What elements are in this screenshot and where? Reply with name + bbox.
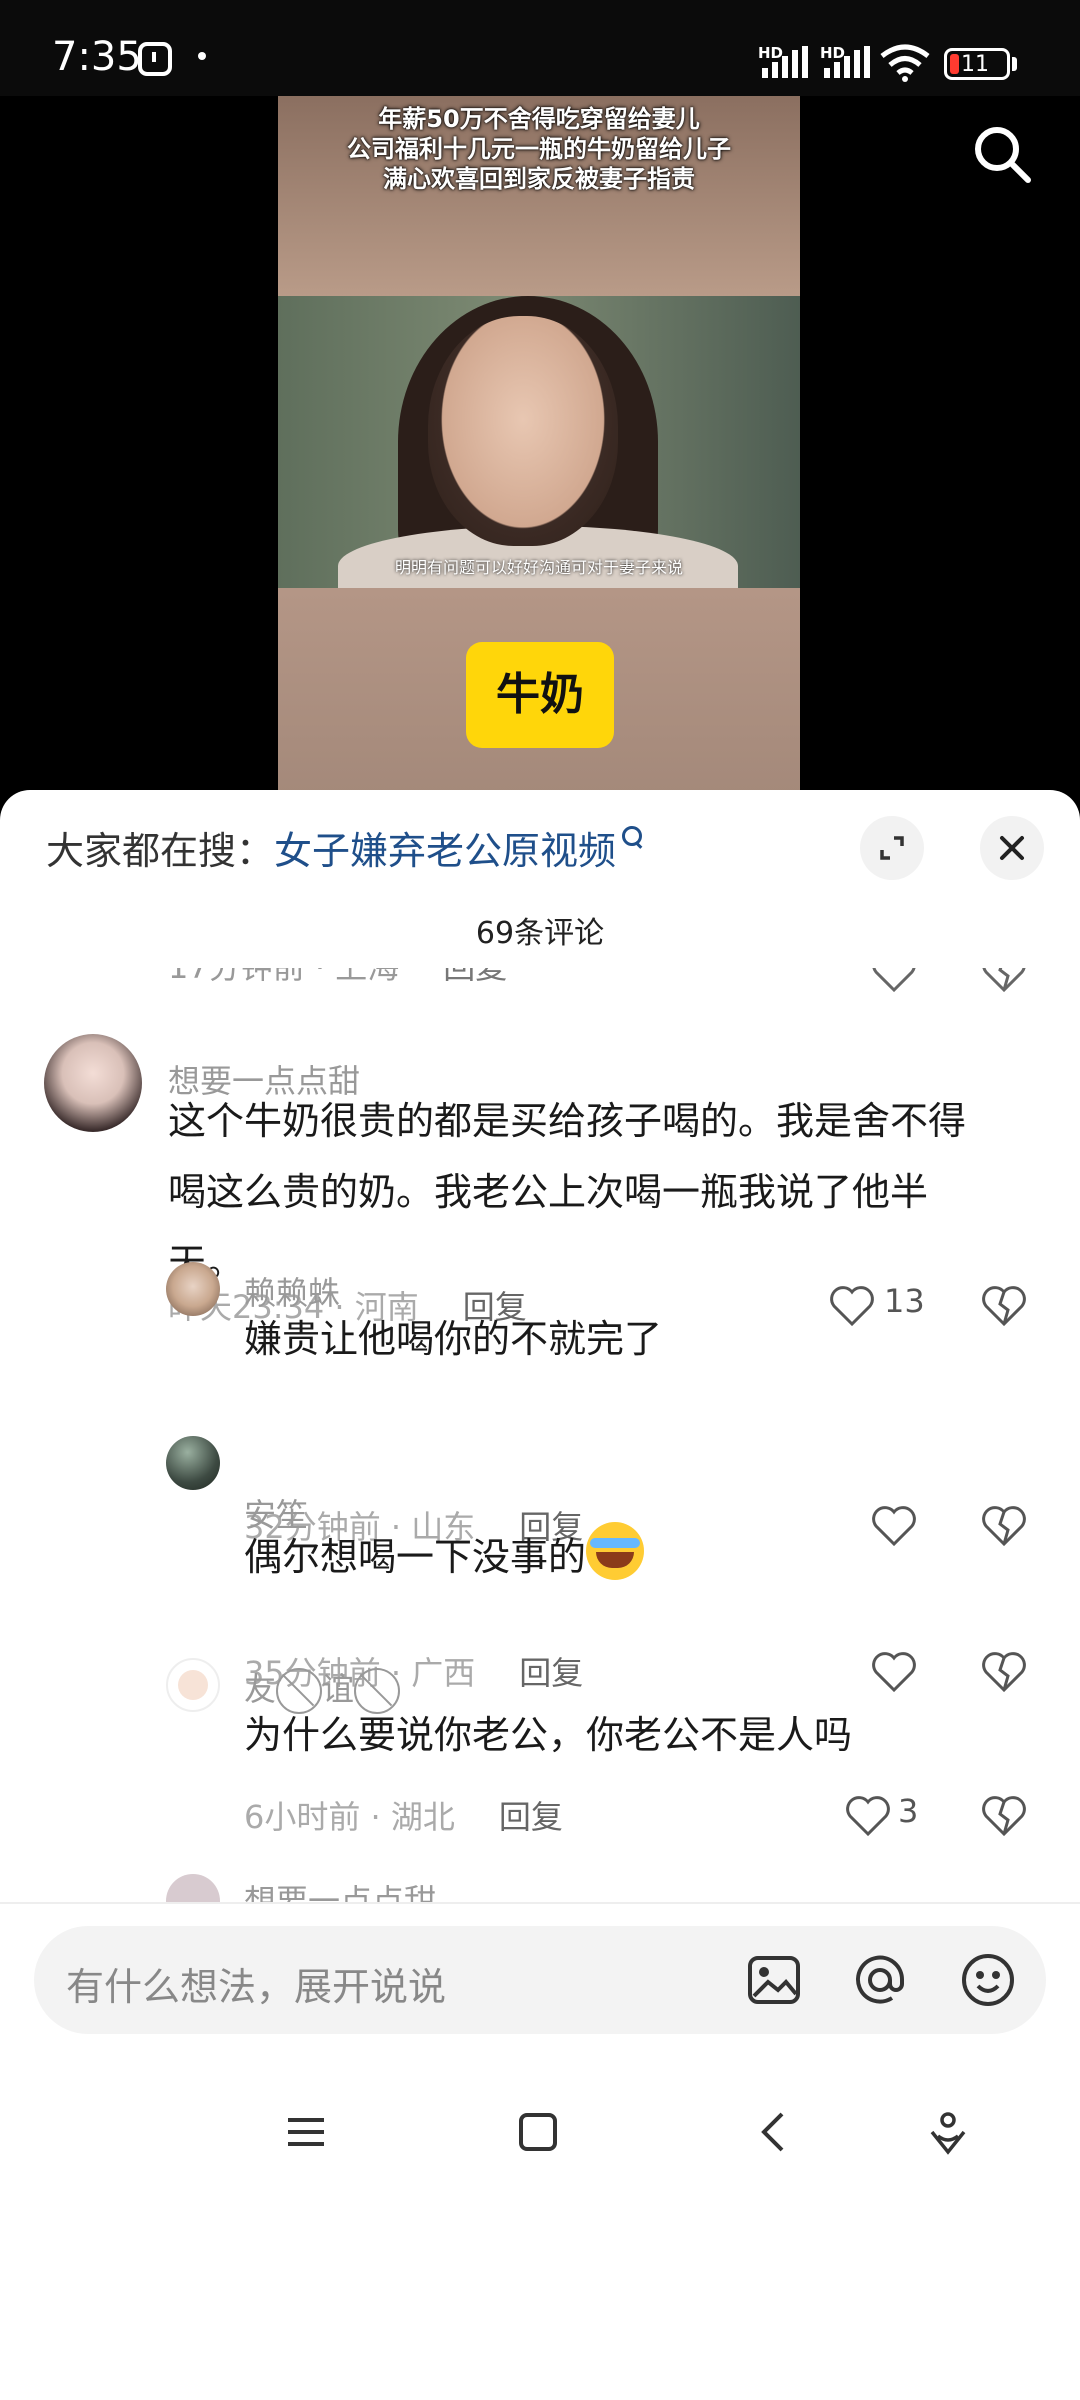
system-navbar bbox=[0, 2060, 1080, 2400]
milk-badge: 牛奶 bbox=[466, 642, 614, 748]
video-subtitle: 明明有问题可以好好沟通可对于妻子来说 bbox=[394, 558, 683, 577]
comment-text-line-1: 这个牛奶很贵的都是买给孩子喝的。我是舍不得 bbox=[168, 1099, 967, 1143]
video-scene: 明明有问题可以好好沟通可对于妻子来说 bbox=[278, 296, 800, 606]
reply-text: 偶尔想喝一下没事的 bbox=[244, 1522, 645, 1593]
back-icon[interactable] bbox=[752, 2110, 796, 2154]
broken-heart-icon[interactable] bbox=[980, 1284, 1028, 1328]
comment-sheet: 大家都在搜：女子嫌弃老公原视频 69条评论 17分钟前 · 上海回复 想要一点点… bbox=[0, 790, 1080, 2400]
menu-icon[interactable] bbox=[284, 2110, 328, 2154]
close-button[interactable] bbox=[980, 816, 1044, 880]
comment-input[interactable]: 有什么想法，展开说说 bbox=[66, 1956, 446, 2011]
partial-comment-meta: 17分钟前 · 上海 回复 bbox=[168, 968, 507, 988]
reply-button[interactable]: 回复 bbox=[519, 1654, 583, 1692]
caption-line-1: 年薪50万不舍得吃穿留给妻儿 bbox=[378, 105, 700, 133]
video-caption: 年薪50万不舍得吃穿留给妻儿 公司福利十几元一瓶的牛奶留给儿子 满心欢喜回到家反… bbox=[278, 104, 800, 194]
heart-icon[interactable] bbox=[870, 1650, 918, 1694]
person-face bbox=[428, 316, 618, 546]
broken-heart-icon[interactable] bbox=[980, 1650, 1028, 1694]
reply-text: 为什么要说你老公，你老公不是人吗 bbox=[244, 1713, 853, 1757]
broken-heart-icon[interactable] bbox=[980, 1504, 1028, 1548]
video-player[interactable]: 年薪50万不舍得吃穿留给妻儿 公司福利十几元一瓶的牛奶留给儿子 满心欢喜回到家反… bbox=[0, 96, 1080, 796]
trending-search[interactable]: 大家都在搜：女子嫌弃老公原视频 bbox=[46, 820, 643, 875]
trending-label: 大家都在搜： bbox=[46, 829, 275, 873]
comment-composer[interactable]: 有什么想法，展开说说 bbox=[34, 1926, 1046, 2034]
status-time: 7:35 bbox=[52, 34, 142, 80]
small-search-icon bbox=[622, 826, 643, 846]
partial-meta-text: 17分钟前 · 上海 bbox=[168, 968, 399, 986]
heart-icon[interactable] bbox=[870, 968, 918, 994]
home-icon[interactable] bbox=[516, 2110, 560, 2154]
broken-heart-icon[interactable] bbox=[980, 968, 1028, 994]
divider bbox=[0, 1902, 1080, 1904]
caption-line-2: 公司福利十几元一瓶的牛奶留给儿子 bbox=[347, 135, 731, 163]
emoji-icon[interactable] bbox=[960, 1952, 1016, 2008]
like-count: 3 bbox=[898, 1792, 919, 1830]
alarm-clock-icon bbox=[138, 42, 172, 76]
expand-button[interactable] bbox=[860, 816, 924, 880]
reply-meta: 6小时前 · 湖北 回复 bbox=[244, 1792, 563, 1838]
crying-laughing-emoji-icon bbox=[586, 1522, 645, 1580]
reply-time-location: 6小时前 · 湖北 bbox=[244, 1798, 455, 1836]
signal-icon-2 bbox=[824, 46, 870, 78]
reply-text-content: 偶尔想喝一下没事的 bbox=[244, 1535, 587, 1579]
signal-icon bbox=[762, 46, 808, 78]
broken-heart-icon[interactable] bbox=[980, 1794, 1028, 1838]
close-icon bbox=[1000, 836, 1024, 860]
reply-author[interactable]: 想要一点点甜 bbox=[244, 1876, 436, 1902]
wifi-icon bbox=[880, 44, 930, 82]
battery-icon: 11 bbox=[944, 48, 1010, 80]
avatar[interactable] bbox=[166, 1262, 220, 1316]
assistant-icon[interactable] bbox=[926, 2110, 970, 2158]
image-icon[interactable] bbox=[746, 1952, 802, 2008]
video-frame: 年薪50万不舍得吃穿留给妻儿 公司福利十几元一瓶的牛奶留给儿子 满心欢喜回到家反… bbox=[278, 96, 800, 796]
trending-query-link[interactable]: 女子嫌弃老公原视频 bbox=[274, 829, 616, 873]
battery-tip bbox=[1012, 57, 1017, 71]
heart-icon[interactable] bbox=[828, 1284, 876, 1328]
comment-count: 69条评论 bbox=[475, 916, 605, 951]
heart-icon[interactable] bbox=[844, 1794, 892, 1838]
avatar[interactable] bbox=[44, 1034, 142, 1132]
avatar[interactable] bbox=[166, 1658, 220, 1712]
reply-button[interactable]: 回复 bbox=[499, 1798, 563, 1836]
search-icon[interactable] bbox=[970, 122, 1034, 186]
comment-text-line-2: 喝这么贵的奶。我老公上次喝一瓶我说了他半 bbox=[168, 1170, 929, 1214]
avatar[interactable] bbox=[166, 1436, 220, 1490]
caption-line-3: 满心欢喜回到家反被妻子指责 bbox=[383, 165, 695, 193]
notification-dot-icon bbox=[198, 52, 206, 60]
partial-reply-button[interactable]: 回复 bbox=[443, 968, 507, 986]
expand-icon bbox=[880, 836, 904, 860]
like-count: 13 bbox=[884, 1282, 925, 1320]
heart-icon[interactable] bbox=[870, 1504, 918, 1548]
avatar[interactable] bbox=[166, 1874, 220, 1902]
battery-level: 11 bbox=[961, 52, 989, 77]
status-bar: 7:35 HD HD 11 bbox=[0, 0, 1080, 96]
comment-list[interactable]: 17分钟前 · 上海回复 想要一点点甜 这个牛奶很贵的都是买给孩子喝的。我是舍不… bbox=[0, 968, 1080, 1902]
reply-text: 嫌贵让他喝你的不就完了 bbox=[244, 1317, 663, 1361]
at-icon[interactable] bbox=[852, 1952, 908, 2008]
